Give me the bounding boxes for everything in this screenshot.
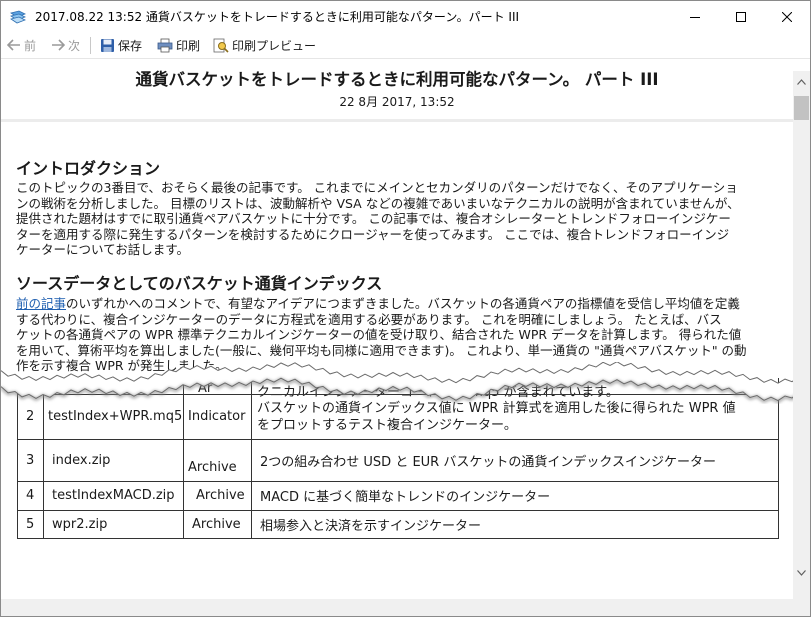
intro-heading: イントロダクション <box>16 159 161 178</box>
floppy-disk-icon <box>101 38 114 52</box>
source-line: を用いて、算術平均を算出しました(一般に、幾何平均も同様に適用できます)。 これ… <box>16 342 747 358</box>
file-link[interactable]: index.zip <box>43 438 184 482</box>
toolbar-separator <box>90 37 91 54</box>
torn-page-edge <box>1 362 793 403</box>
title-bar[interactable]: 2017.08.22 13:52 通貨バスケットをトレードするときに利用可能なパ… <box>1 1 810 32</box>
window-title: 2017.08.22 13:52 通貨バスケットをトレードするときに利用可能なパ… <box>35 10 520 24</box>
back-label: 前 <box>24 38 37 53</box>
minimize-icon <box>690 16 700 18</box>
print-label: 印刷 <box>176 38 201 53</box>
intro-paragraph: このトピックの3番目で、おそらく最後の記事です。 これまでにメインとセカンダリの… <box>16 180 776 258</box>
article-title: 通貨バスケットをトレードするときに利用可能なパターン。 パート III <box>135 70 659 89</box>
file-type: Archive <box>183 438 252 482</box>
file-type: Archive <box>183 509 252 539</box>
source-line: ケットの各通貨ペアの WPR 標準テクニカルインジケーターの値を受け取り、結合さ… <box>16 327 742 342</box>
print-preview-button[interactable]: 印刷プレビュー <box>213 36 316 54</box>
horizontal-scrollbar[interactable] <box>1 599 793 616</box>
chevron-down-icon <box>797 569 806 576</box>
source-heading: ソースデータとしてのバスケット通貨インデックス <box>16 274 383 293</box>
forward-label: 次 <box>68 38 81 53</box>
intro-line: このトピックの3番目で、おそらく最後の記事です。 これまでにメインとセカンダリの… <box>16 180 738 195</box>
print-button[interactable]: 印刷 <box>157 36 200 54</box>
source-line: する代わりに、複合インジケーターのデータに方程式を適用する必要があります。 これ… <box>16 311 722 327</box>
arrow-left-icon <box>7 39 20 51</box>
maximize-button[interactable] <box>718 1 764 32</box>
article-date: 22 8月 2017, 13:52 <box>339 95 455 109</box>
table-row: 3 index.zip Archive 2つの組み合わせ USD と EUR バ… <box>17 438 779 482</box>
maximize-icon <box>736 11 746 22</box>
intro-line: ンの戦術を分析しました。 目標のリストは、波動解析や VSA などの複雑であいま… <box>16 195 740 211</box>
back-button[interactable]: 前 <box>7 36 36 54</box>
source-line: 前の記事のいずれかへのコメントで、有望なアイデアにつまずきました。バスケットの各… <box>16 296 776 312</box>
file-link[interactable]: testIndexMACD.zip <box>43 480 184 511</box>
header-divider <box>1 119 793 122</box>
scroll-up-button[interactable] <box>793 73 810 90</box>
save-button[interactable]: 保存 <box>100 36 142 54</box>
close-icon <box>782 11 792 22</box>
intro-line: ターを適用する際に発生するパターンを検討するためにクロージャーを使ってみます。 … <box>16 226 730 242</box>
chevron-up-icon <box>797 78 806 85</box>
file-link[interactable]: wpr2.zip <box>43 509 184 539</box>
row-number: 3 <box>17 438 44 482</box>
table-row: 4 testIndexMACD.zip Archive MACD に基づく簡単な… <box>17 480 779 511</box>
file-description: 2つの組み合わせ USD と EUR バスケットの通貨インデックスインジケーター <box>251 438 779 482</box>
scroll-thumb[interactable] <box>794 96 809 120</box>
row-number: 4 <box>17 480 44 511</box>
source-first-line-text: のいずれかへのコメントで、有望なアイデアにつまずきました。バスケットの各通貨ペア… <box>66 296 740 311</box>
document-view[interactable]: 通貨バスケットをトレードするときに利用可能なパターン。 パート III 22 8… <box>1 60 793 616</box>
forward-button[interactable]: 次 <box>51 36 80 54</box>
browser-window: 2017.08.22 13:52 通貨バスケットをトレードするときに利用可能なパ… <box>0 0 811 617</box>
file-description: 相場参入と決済を示すインジケーター <box>251 509 779 539</box>
file-type: Archive <box>183 480 252 511</box>
table-row: 5 wpr2.zip Archive 相場参入と決済を示すインジケーター <box>17 509 779 539</box>
scroll-down-button[interactable] <box>793 564 810 581</box>
description-line: をプロットするテスト複合インジケーター。 <box>257 417 517 433</box>
file-description: MACD に基づく簡単なトレンドのインジケーター <box>251 480 779 511</box>
arrow-right-icon <box>52 39 65 51</box>
intro-line: ケーターについてお話します。 <box>16 242 190 257</box>
printer-icon <box>157 38 173 52</box>
previous-article-link[interactable]: 前の記事 <box>16 296 66 311</box>
close-button[interactable] <box>764 1 810 32</box>
minimize-button[interactable] <box>672 1 718 32</box>
row-number: 5 <box>17 509 44 539</box>
toolbar: 前 次 保存 印刷 印刷プレビュー <box>1 32 810 59</box>
vertical-scrollbar[interactable] <box>793 71 810 616</box>
intro-line: 提供された題材はすでに取引通貨ペアバスケットに十分です。 この記事では、複合オシ… <box>16 211 731 226</box>
save-label: 保存 <box>118 38 143 53</box>
print-preview-label: 印刷プレビュー <box>232 38 317 53</box>
document-app-icon <box>10 9 26 24</box>
print-preview-icon <box>213 38 229 53</box>
